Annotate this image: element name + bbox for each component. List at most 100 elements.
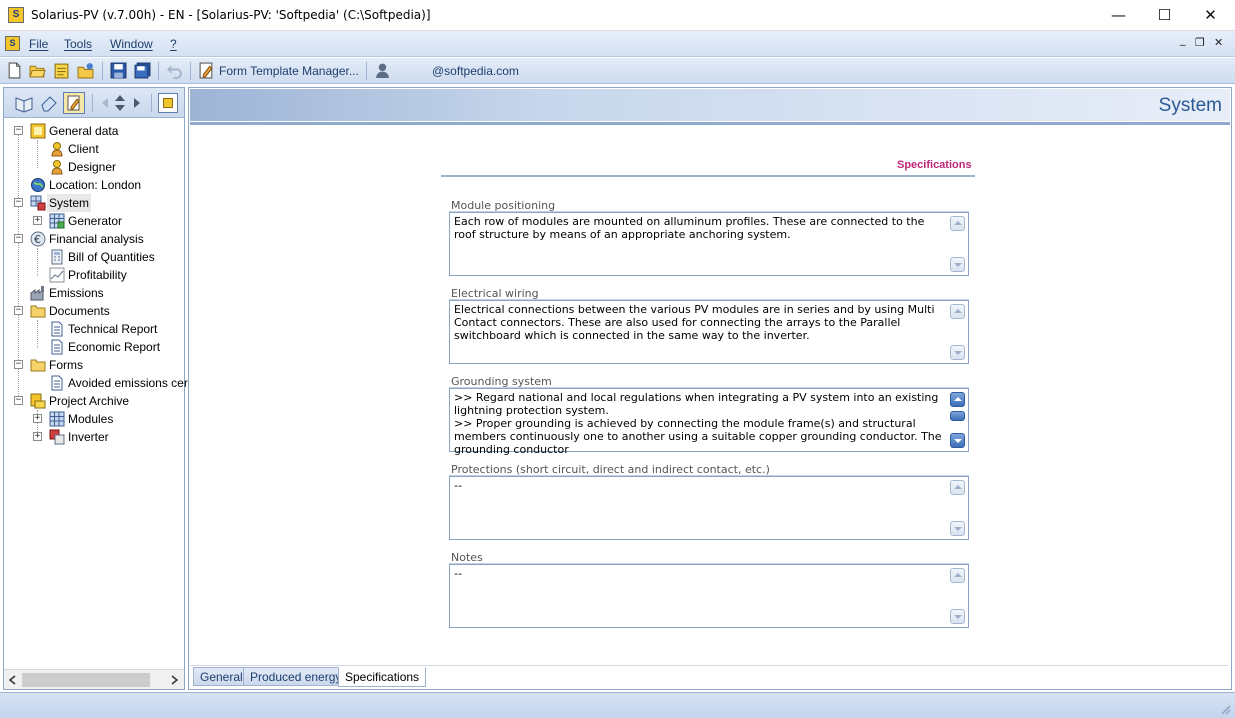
tree-label: Financial analysis <box>49 232 144 246</box>
document-system-menu-icon[interactable]: S <box>5 36 20 51</box>
user-email: @softpedia.com <box>432 64 519 78</box>
mdi-restore-button[interactable]: ❐ <box>1195 36 1205 49</box>
system-icon <box>30 195 46 211</box>
scroll-up-button[interactable] <box>950 304 965 319</box>
person-icon <box>51 142 63 157</box>
collapse-toggle[interactable]: − <box>14 306 23 315</box>
toolbar-separator <box>366 62 367 80</box>
scroll-up-icon <box>954 485 962 489</box>
resize-grip-icon[interactable] <box>1219 703 1231 715</box>
scroll-down-button[interactable] <box>950 433 965 448</box>
scroll-up-button[interactable] <box>950 216 965 231</box>
tree-label: Designer <box>68 160 117 174</box>
electrical-wiring-field[interactable]: Electrical connections between the vario… <box>449 300 969 364</box>
tree-toolbar <box>4 88 184 118</box>
tree-horizontal-scrollbar[interactable] <box>4 669 184 689</box>
scroll-down-button[interactable] <box>950 609 965 624</box>
menu-tools[interactable]: Tools <box>64 37 92 51</box>
document-icon <box>51 375 63 391</box>
grid-icon <box>49 411 65 427</box>
open-folder-icon[interactable] <box>29 62 46 79</box>
menu-file[interactable]: File <box>29 37 48 51</box>
menu-window[interactable]: Window <box>110 37 153 51</box>
eraser-icon[interactable] <box>39 93 59 113</box>
document-icon <box>51 339 63 355</box>
field-value: >> Regard national and local regulations… <box>454 391 942 456</box>
solarius-app-icon[interactable]: S <box>8 7 24 23</box>
scroll-up-button[interactable] <box>950 480 965 495</box>
person-icon <box>51 160 63 175</box>
form-template-manager-button[interactable]: Form Template Manager... <box>219 64 359 78</box>
document-icon <box>51 321 63 337</box>
tab-general[interactable]: General <box>193 667 250 686</box>
chart-icon <box>49 267 65 283</box>
tab-specifications[interactable]: Specifications <box>338 667 427 687</box>
collapse-toggle[interactable]: − <box>14 198 23 207</box>
tab-produced-energy[interactable]: Produced energy <box>243 667 349 686</box>
maximize-button[interactable]: ☐ <box>1142 0 1187 30</box>
tree-label: Bill of Quantities <box>68 250 155 264</box>
expand-toggle[interactable]: + <box>33 414 42 423</box>
scroll-down-button[interactable] <box>950 257 965 272</box>
scroll-down-button[interactable] <box>950 521 965 536</box>
toolbar-separator <box>158 62 159 80</box>
collapse-toggle[interactable]: − <box>14 126 23 135</box>
book-icon[interactable] <box>14 93 34 113</box>
tree-label: Avoided emissions certif <box>68 376 198 390</box>
scroll-down-icon <box>954 263 962 267</box>
status-bar <box>0 692 1235 718</box>
tree-label: Technical Report <box>68 322 158 336</box>
expand-toggle[interactable]: + <box>33 216 42 225</box>
tree-label: Emissions <box>49 286 104 300</box>
menu-help[interactable]: ? <box>170 37 177 51</box>
collapse-toggle[interactable]: − <box>14 360 23 369</box>
scroll-down-icon <box>954 527 962 531</box>
notes-field[interactable]: -- <box>449 564 969 628</box>
tree-toolbar-separator <box>92 94 93 112</box>
properties-toggle[interactable] <box>63 92 85 114</box>
tree-label: Profitability <box>68 268 127 282</box>
scroll-left-icon[interactable] <box>7 674 19 686</box>
save-all-icon[interactable] <box>134 62 151 79</box>
tree-connector <box>37 248 38 276</box>
scroll-up-icon <box>954 309 962 313</box>
field-value: -- <box>454 567 462 580</box>
scroll-up-button[interactable] <box>950 392 965 407</box>
collapse-toggle[interactable]: − <box>14 234 23 243</box>
scroll-down-button[interactable] <box>950 345 965 360</box>
scroll-right-icon[interactable] <box>168 674 180 686</box>
scroll-up-button[interactable] <box>950 568 965 583</box>
close-button[interactable]: ✕ <box>1188 0 1233 30</box>
section-header-title: System <box>1158 95 1222 116</box>
expand-toggle[interactable]: + <box>33 432 42 441</box>
minimize-button[interactable]: — <box>1096 0 1141 30</box>
scroll-thumb[interactable] <box>22 673 150 687</box>
mdi-minimize-button[interactable]: _ <box>1180 33 1186 46</box>
folder-general-icon <box>30 123 46 139</box>
folder-star-icon[interactable] <box>77 62 94 79</box>
new-file-icon[interactable] <box>6 62 23 79</box>
save-icon[interactable] <box>110 62 127 79</box>
scroll-thumb[interactable] <box>950 411 965 421</box>
tree-label: Documents <box>49 304 110 318</box>
tree-connector <box>37 140 38 168</box>
tree-label: Economic Report <box>68 340 161 354</box>
folder-icon <box>30 359 46 372</box>
mdi-close-button[interactable]: ✕ <box>1214 36 1223 49</box>
scroll-down-icon <box>954 439 962 443</box>
toolbar-separator <box>102 62 103 80</box>
collapse-toggle[interactable]: − <box>14 396 23 405</box>
section-header: System <box>190 89 1230 121</box>
undo-icon[interactable] <box>166 62 183 79</box>
notes-icon[interactable] <box>53 62 70 79</box>
module-positioning-field[interactable]: Each row of modules are mounted on allum… <box>449 212 969 276</box>
arrow-right-icon[interactable] <box>126 93 146 113</box>
protections-field[interactable]: -- <box>449 476 969 540</box>
tree-toolbar-separator <box>151 94 152 112</box>
collapse-panel-button[interactable] <box>158 93 178 113</box>
user-icon[interactable] <box>374 62 391 79</box>
grounding-system-field[interactable]: >> Regard national and local regulations… <box>449 388 969 456</box>
tree-label: Forms <box>49 358 83 372</box>
form-template-icon[interactable] <box>198 62 215 79</box>
specifications-title: Specifications <box>897 159 972 171</box>
